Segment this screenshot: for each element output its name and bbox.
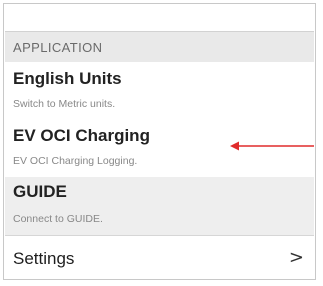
menu-item-title: English Units (13, 69, 122, 88)
menu-item-title: GUIDE (13, 182, 67, 201)
menu-item-subtitle: EV OCI Charging Logging. (13, 155, 138, 167)
section-header-application: APPLICATION (5, 31, 314, 62)
section-title: APPLICATION (13, 40, 103, 55)
menu-item-english-units[interactable]: English Units Switch to Metric units. (5, 62, 314, 119)
menu-item-subtitle: Switch to Metric units. (13, 98, 116, 110)
menu-item-guide[interactable]: GUIDE Connect to GUIDE. (5, 177, 314, 235)
menu-item-title: EV OCI Charging (13, 126, 150, 145)
settings-panel: APPLICATION English Units Switch to Metr… (3, 3, 316, 280)
chevron-right-icon: > (288, 247, 304, 268)
menu-item-settings[interactable]: Settings > (5, 235, 314, 279)
menu-item-title: Settings (13, 249, 75, 268)
menu-item-subtitle: Connect to GUIDE. (13, 213, 103, 225)
red-arrow-icon (230, 141, 314, 151)
